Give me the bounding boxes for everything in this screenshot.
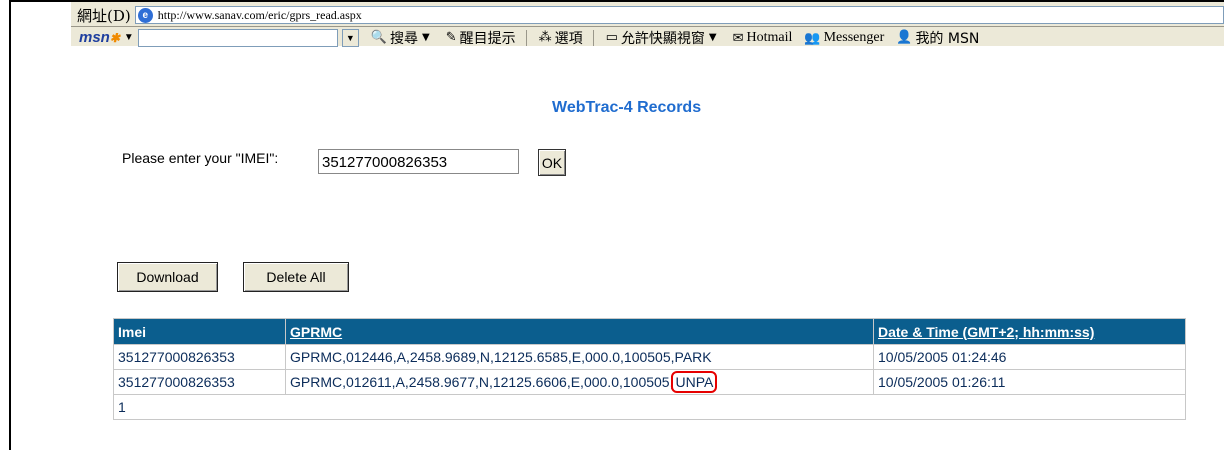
my-msn-button[interactable]: 👤 我的 MSN bbox=[896, 28, 979, 48]
address-input[interactable]: e http://www.sanav.com/eric/gprs_read.as… bbox=[134, 6, 1224, 24]
frame-left-border bbox=[9, 0, 11, 450]
highlighter-icon: ✎ bbox=[445, 30, 457, 45]
hotmail-label: Hotmail bbox=[746, 29, 793, 45]
envelope-icon: ✉ bbox=[732, 29, 744, 45]
page-title: WebTrac-4 Records bbox=[552, 99, 702, 116]
highlight-button[interactable]: ✎ 醒目提示 bbox=[446, 28, 516, 48]
address-bar: 網址(D) e http://www.sanav.com/eric/gprs_r… bbox=[71, 6, 1224, 25]
search-button[interactable]: 🔍 搜尋 ▼ bbox=[371, 28, 434, 48]
ie-page-icon: e bbox=[137, 7, 153, 23]
column-header-imei: Imei bbox=[113, 318, 286, 345]
cell-gprmc: GPRMC,012611,A,2458.9677,N,12125.6606,E,… bbox=[285, 369, 874, 395]
msn-toolbar: msn✱ ▼ ▼ 🔍 搜尋 ▼ ✎ 醒目提示 ⁂ 選項 ▭ 允許快顯視窗 ▼ ✉ Hotmai… bbox=[71, 28, 1224, 47]
imei-input[interactable]: 351277000826353 bbox=[318, 149, 519, 174]
cell-imei: 351277000826353 bbox=[113, 344, 286, 370]
messenger-icon: 👥 bbox=[804, 29, 821, 45]
highlight-label: 醒目提示 bbox=[459, 30, 516, 47]
options-label: 選項 bbox=[554, 30, 583, 47]
msn-logo-text: msn bbox=[79, 29, 110, 46]
msn-butterfly-icon: ✱ bbox=[109, 31, 120, 45]
toolbar-separator bbox=[592, 29, 594, 46]
search-icon: 🔍 bbox=[370, 30, 387, 45]
search-dropdown-button[interactable]: ▼ bbox=[341, 28, 359, 47]
search-label: 搜尋 bbox=[390, 30, 418, 47]
messenger-button[interactable]: 👥 Messenger bbox=[804, 30, 884, 46]
my-msn-label: 我的 MSN bbox=[915, 30, 980, 47]
chevron-down-icon: ▼ bbox=[422, 32, 430, 43]
options-icon: ⁂ bbox=[538, 30, 552, 45]
address-url: http://www.sanav.com/eric/gprs_read.aspx bbox=[157, 7, 362, 22]
ok-button[interactable]: OK bbox=[538, 149, 566, 176]
table-header-row: Imei GPRMC Date & Time (GMT+2; hh:mm:ss) bbox=[113, 318, 1186, 345]
window-icon: ▭ bbox=[605, 30, 618, 45]
chevron-down-icon: ▼ bbox=[708, 32, 717, 43]
msn-logo[interactable]: msn✱ bbox=[79, 29, 120, 46]
chevron-down-icon[interactable]: ▼ bbox=[124, 32, 134, 43]
address-label: 網址(D) bbox=[77, 6, 131, 25]
gprmc-text: GPRMC,012611,A,2458.9677,N,12125.6606,E,… bbox=[290, 374, 674, 390]
table-pager-row: 1 bbox=[113, 394, 1186, 420]
download-button[interactable]: Download bbox=[117, 262, 218, 292]
person-icon: 👤 bbox=[896, 30, 913, 45]
imei-label: Please enter your "IMEI": bbox=[122, 150, 279, 166]
cell-gprmc: GPRMC,012446,A,2458.9689,N,12125.6585,E,… bbox=[285, 344, 874, 370]
cell-datetime: 10/05/2005 01:24:46 bbox=[873, 344, 1186, 370]
hotmail-button[interactable]: ✉ Hotmail bbox=[733, 30, 793, 46]
records-table: Imei GPRMC Date & Time (GMT+2; hh:mm:ss)… bbox=[113, 318, 1186, 420]
cell-imei: 351277000826353 bbox=[113, 369, 286, 395]
popup-label: 允許快顯視窗 bbox=[620, 30, 705, 47]
highlighted-status: UNPA bbox=[671, 371, 718, 393]
pager-link[interactable]: 1 bbox=[113, 394, 1186, 420]
options-button[interactable]: ⁂ 選項 bbox=[539, 28, 583, 48]
column-header-gprmc[interactable]: GPRMC bbox=[285, 318, 874, 345]
cell-datetime: 10/05/2005 01:26:11 bbox=[873, 369, 1186, 395]
msn-search-input[interactable] bbox=[137, 28, 338, 47]
delete-all-button[interactable]: Delete All bbox=[243, 262, 349, 292]
messenger-label: Messenger bbox=[823, 29, 885, 45]
toolbar-separator bbox=[525, 29, 527, 46]
column-header-datetime[interactable]: Date & Time (GMT+2; hh:mm:ss) bbox=[873, 318, 1186, 345]
table-row: 351277000826353 GPRMC,012446,A,2458.9689… bbox=[113, 344, 1186, 370]
table-row: 351277000826353 GPRMC,012611,A,2458.9677… bbox=[113, 369, 1186, 395]
browser-chrome: 網址(D) e http://www.sanav.com/eric/gprs_r… bbox=[71, 2, 1224, 47]
popup-blocker-button[interactable]: ▭ 允許快顯視窗 ▼ bbox=[606, 28, 721, 48]
